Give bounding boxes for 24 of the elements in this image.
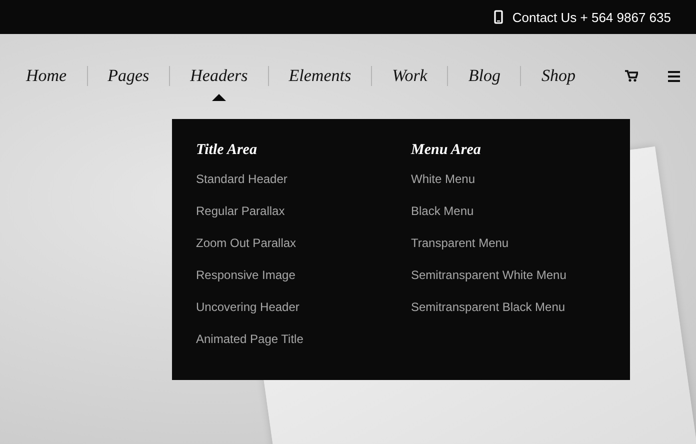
menu-link[interactable]: Responsive Image [196,267,296,283]
column-heading: Menu Area [411,141,481,159]
menu-link[interactable]: Uncovering Header [196,299,300,315]
nav-link[interactable]: Home [6,63,87,89]
cart-icon[interactable] [625,70,638,82]
menu-link[interactable]: Animated Page Title [196,331,304,347]
menu-link[interactable]: Regular Parallax [196,203,285,219]
menu-link[interactable]: Black Menu [411,203,474,219]
menu-link[interactable]: White Menu [411,171,476,187]
menu-link[interactable]: Zoom Out Parallax [196,235,296,251]
menu-link[interactable]: Transparent Menu [411,235,509,251]
menu-link[interactable]: Standard Header [196,171,288,187]
nav-link[interactable]: Shop [521,63,596,89]
menu-link[interactable]: Semitransparent White Menu [411,267,566,283]
nav-link[interactable]: Blog [448,63,520,89]
nav-link[interactable]: Pages [88,63,170,89]
nav-link[interactable]: Elements [268,63,372,89]
nav-link[interactable]: Headers [170,63,268,89]
nav-link[interactable]: Work [372,63,448,89]
column-heading: Title Area [196,141,257,159]
contact-text[interactable]: Contact Us + 564 9867 635 [512,10,671,24]
phone-icon [494,10,504,24]
menu-icon[interactable] [668,70,680,82]
menu-link[interactable]: Semitransparent Black Menu [411,299,566,315]
